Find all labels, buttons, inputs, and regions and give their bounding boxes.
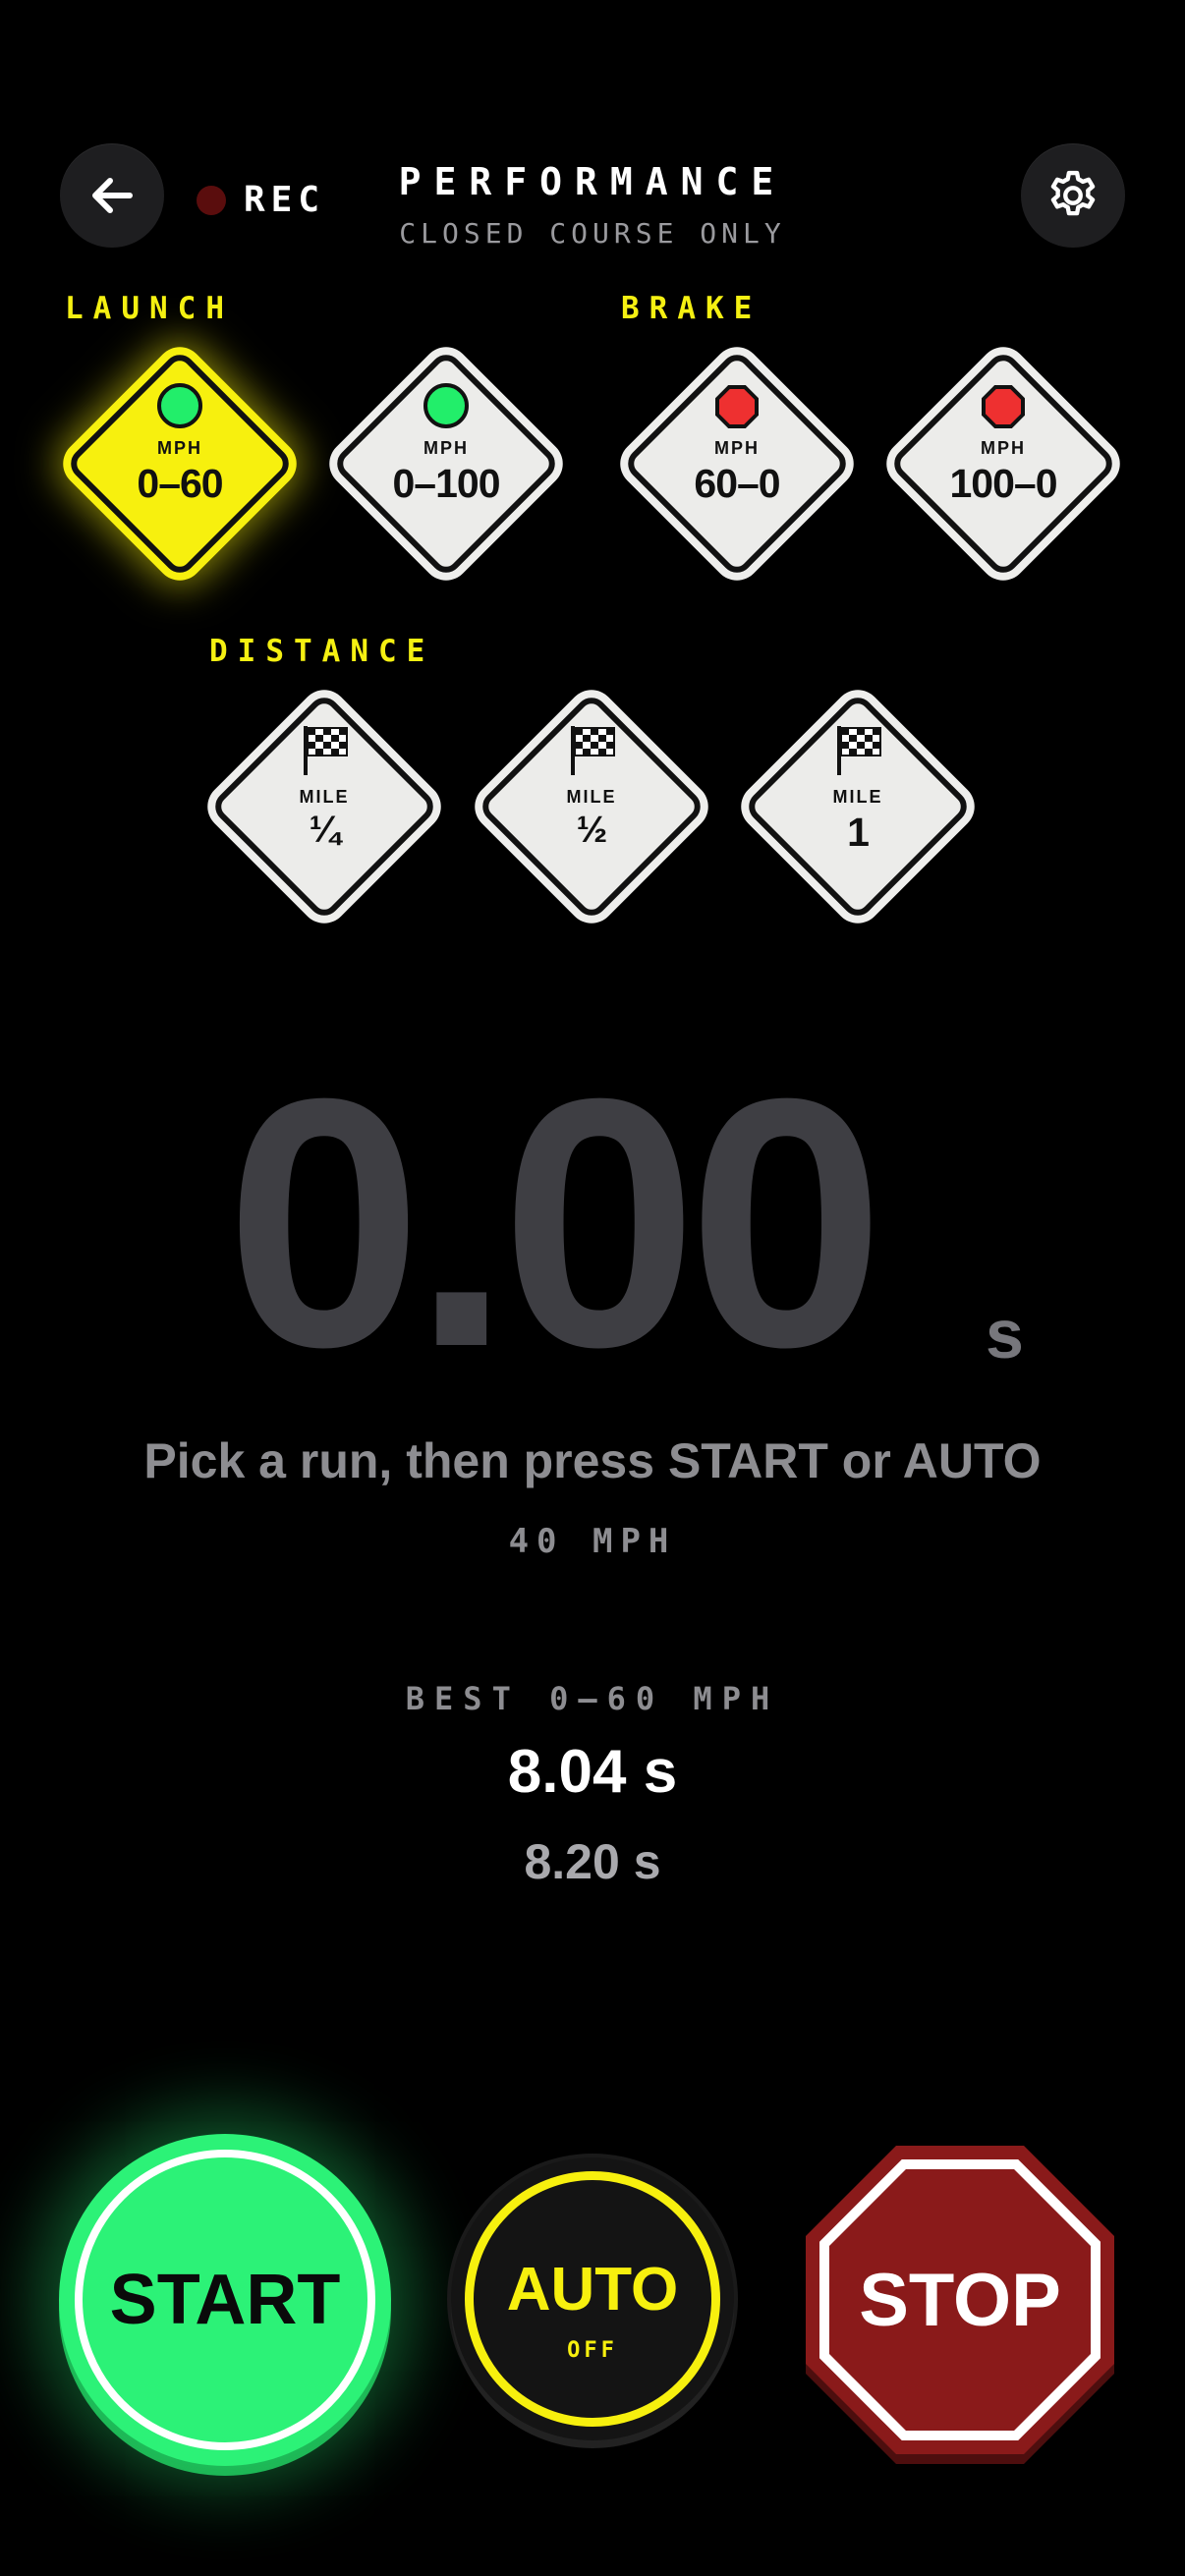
section-label-brake: BRAKE [621,291,762,326]
run-value: 1 [847,810,870,855]
page-title: PERFORMANCE [398,160,787,203]
run-unit: MILE [566,787,617,807]
settings-button[interactable] [1021,143,1125,248]
run-value: 0–100 [392,461,500,506]
auto-label: AUTO [506,2256,679,2324]
green-light-icon [157,383,202,428]
run-unit: MILE [832,787,883,807]
auto-state: OFF [567,2338,618,2363]
run-option-quarter-mile[interactable]: MILE ¼ [208,691,440,923]
checkered-flag-icon [837,726,881,775]
section-label-distance: DISTANCE [209,634,435,669]
run-value: 100–0 [949,461,1057,506]
instruction-text: Pick a run, then press START or AUTO [143,1433,1042,1488]
run-unit: MPH [423,438,469,458]
best-time: 8.04 s [507,1738,678,1806]
timer-unit: s [986,1296,1024,1372]
run-value: 0–60 [137,461,223,506]
stop-button[interactable]: STOP [806,2146,1114,2464]
checkered-flag-icon [571,726,615,775]
run-option-0-60[interactable]: MPH 0–60 [64,348,296,580]
stop-sign-icon [982,385,1025,428]
stop-sign-icon [715,385,759,428]
run-unit: MPH [714,438,760,458]
best-label: BEST 0–60 MPH [405,1680,780,1717]
green-light-icon [423,383,469,428]
run-option-60-0[interactable]: MPH 60–0 [621,348,853,580]
stop-label: STOP [859,2258,1061,2342]
run-value: ½ [576,810,608,851]
timer-display: 0.00 [225,1026,885,1421]
run-value: 60–0 [694,461,780,506]
run-option-0-100[interactable]: MPH 0–100 [330,348,562,580]
run-unit: MPH [981,438,1026,458]
start-button[interactable]: START [59,2134,391,2466]
previous-time: 8.20 s [524,1834,661,1889]
auto-button[interactable]: AUTO OFF [451,2157,734,2440]
target-speed: 40 MPH [508,1522,677,1561]
run-option-one-mile[interactable]: MILE 1 [742,691,974,923]
start-label: START [109,2261,341,2339]
run-value: ¼ [309,810,341,851]
run-unit: MPH [157,438,202,458]
run-option-half-mile[interactable]: MILE ½ [476,691,707,923]
checkered-flag-icon [304,726,348,775]
run-unit: MILE [299,787,350,807]
run-option-100-0[interactable]: MPH 100–0 [887,348,1119,580]
performance-screen: REC PERFORMANCE CLOSED COURSE ONLY LAUNC… [0,0,1185,2576]
gear-icon [1050,170,1096,216]
section-label-launch: LAUNCH [65,291,234,326]
page-subtitle: CLOSED COURSE ONLY [399,217,786,250]
